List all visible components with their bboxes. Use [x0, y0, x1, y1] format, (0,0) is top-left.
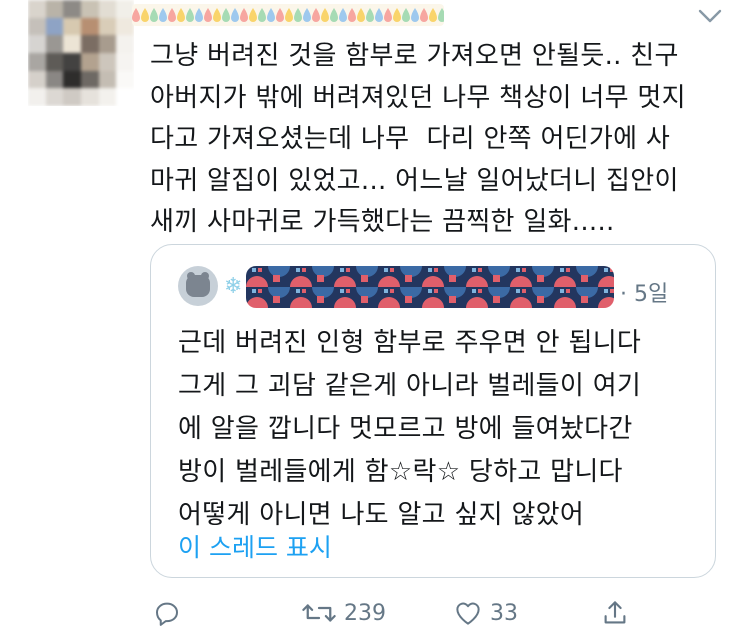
quoted-timestamp[interactable]: · 5일 — [620, 276, 668, 308]
heart-icon — [456, 602, 480, 625]
reply-icon — [156, 602, 178, 626]
like-button[interactable]: 33 — [452, 596, 518, 630]
avatar-face — [186, 275, 210, 297]
retweet-icon — [302, 604, 336, 622]
retweet-button[interactable]: 239 — [300, 596, 386, 630]
reply-button[interactable] — [152, 596, 182, 630]
tweet-text: 그냥 버려진 것을 함부로 가져오면 안될듯.. 친구 아버지가 밖에 버려져있… — [150, 41, 686, 237]
quoted-tweet-text: 근데 버려진 인형 함부로 주우면 안 됩니다 그게 그 괴담 같은게 아니라 … — [178, 328, 642, 530]
share-icon — [604, 601, 626, 624]
retweet-count: 239 — [344, 600, 386, 626]
author-name-censored — [132, 4, 444, 26]
like-count: 33 — [490, 600, 518, 626]
share-button[interactable] — [600, 596, 630, 630]
snowflake-icon: ❄ — [224, 274, 243, 299]
quoted-avatar[interactable] — [178, 266, 218, 306]
quoted-author-name-censored — [246, 266, 614, 308]
chevron-down-icon[interactable] — [696, 6, 724, 26]
avatar[interactable] — [28, 0, 134, 106]
show-thread-link[interactable]: 이 스레드 표시 — [178, 528, 332, 564]
avatar-mosaic — [28, 0, 134, 106]
